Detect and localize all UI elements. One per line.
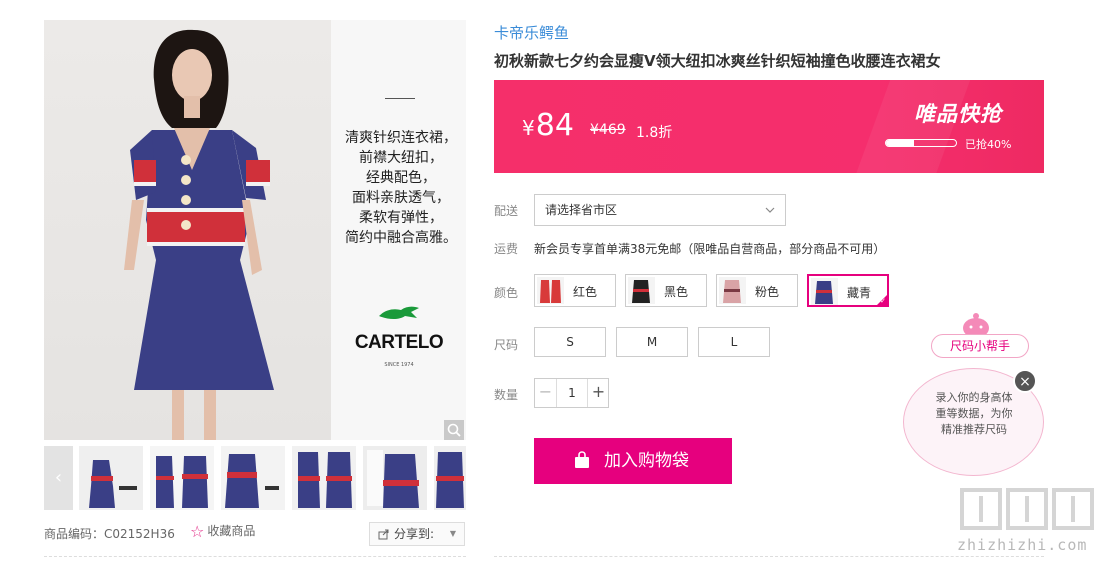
product-title: 初秋新款七夕约会显瘦V领大纽扣冰爽丝针织短袖撞色收腰连衣裙女 <box>494 52 941 70</box>
thumbnail[interactable] <box>221 446 285 510</box>
caret-down-icon: ▼ <box>449 529 456 538</box>
divider <box>494 556 1044 557</box>
color-swatch <box>628 277 655 304</box>
current-price-value: 84 <box>535 108 574 143</box>
currency-symbol: ¥ <box>522 116 535 140</box>
original-price: ¥469 <box>590 122 626 138</box>
product-meta-row: 商品编码：C02152H36 ☆ 收藏商品 分享到: ▼ <box>44 522 466 546</box>
sold-progress-bar <box>885 139 957 147</box>
magnifier-icon <box>447 423 461 437</box>
main-product-image[interactable]: 清爽针织连衣裙， 前襟大纽扣， 经典配色， 面料亲肤透气， 柔软有弹性， 简约中… <box>44 20 466 440</box>
shipping-label: 运费 <box>494 242 519 256</box>
add-to-cart-button[interactable]: 加入购物袋 <box>534 438 732 484</box>
size-helper-text: 录入你的身高体 重等数据，为你 精准推荐尺码 <box>935 391 1013 436</box>
add-to-cart-label: 加入购物袋 <box>604 451 689 471</box>
color-swatch <box>811 278 838 305</box>
size-helper-button[interactable]: 尺码小帮手 <box>931 334 1029 358</box>
crocodile-icon <box>379 306 419 319</box>
thumbnail[interactable] <box>79 446 143 510</box>
quantity-decrease-button[interactable]: − <box>535 379 557 407</box>
thumbnail[interactable] <box>434 446 466 510</box>
model-photo <box>44 20 331 440</box>
price-banner: ¥84 ¥469 1.8折 唯品快抢 已抢40% <box>494 80 1044 173</box>
shopping-bag-icon <box>575 451 589 468</box>
sold-progress-text: 已抢40% <box>965 138 1012 151</box>
quantity-stepper: − 1 + <box>534 378 609 408</box>
brand-logo-text: CARTELO <box>354 332 444 353</box>
product-code: 商品编码：C02152H36 <box>44 527 175 541</box>
favorite-button[interactable]: ☆ 收藏商品 <box>190 522 255 544</box>
flash-sale-title: 唯品快抢 <box>914 102 1002 126</box>
zoom-button[interactable] <box>444 420 464 440</box>
share-label: 分享到: <box>394 527 435 541</box>
size-label: 尺码 <box>494 338 519 352</box>
thumbnail[interactable] <box>292 446 356 510</box>
favorite-label: 收藏商品 <box>207 524 256 538</box>
color-option-pink[interactable]: 粉色 <box>716 274 798 307</box>
thumbnail-strip: ‹ <box>44 446 466 510</box>
size-option-s[interactable]: S <box>534 327 606 357</box>
promo-panel: 清爽针织连衣裙， 前襟大纽扣， 经典配色， 面料亲肤透气， 柔软有弹性， 简约中… <box>331 20 466 440</box>
close-icon[interactable]: × <box>1013 369 1037 393</box>
quantity-input[interactable]: 1 <box>557 379 587 407</box>
sold-progress-fill <box>886 140 914 146</box>
star-icon: ☆ <box>190 522 205 541</box>
region-select-value: 请选择省市区 <box>545 203 618 217</box>
share-button[interactable]: 分享到: ▼ <box>369 522 465 546</box>
region-select[interactable]: 请选择省市区 <box>534 194 786 226</box>
current-price: ¥84 <box>522 108 574 143</box>
color-option-navy[interactable]: 藏青 ✓ <box>807 274 889 307</box>
color-label: 颜色 <box>494 286 519 300</box>
shipping-text: 新会员专享首单满38元免邮（限唯品自营商品，部分商品不可用） <box>534 242 886 256</box>
thumbnail[interactable] <box>363 446 427 510</box>
color-option-red[interactable]: 红色 <box>534 274 616 307</box>
quantity-increase-button[interactable]: + <box>587 379 609 407</box>
watermark-text: zhizhizhi.com <box>957 536 1088 554</box>
size-option-m[interactable]: M <box>616 327 688 357</box>
chevron-down-icon <box>765 195 775 238</box>
share-icon <box>378 529 389 540</box>
color-option-label: 粉色 <box>755 285 780 299</box>
color-option-label: 红色 <box>573 285 598 299</box>
color-option-label: 藏青 <box>847 286 872 300</box>
watermark-logo <box>960 488 1094 530</box>
thumbnail-prev-button[interactable]: ‹ <box>44 446 73 510</box>
brand-logo: CARTELO SINCE 1974 <box>349 302 449 372</box>
brand-since-text: SINCE 1974 <box>384 362 414 368</box>
quantity-label: 数量 <box>494 388 519 402</box>
brand-link[interactable]: 卡帝乐鳄鱼 <box>494 22 569 43</box>
color-swatch <box>719 277 746 304</box>
delivery-label: 配送 <box>494 204 519 218</box>
discount-label: 1.8折 <box>636 125 673 141</box>
thumbnail[interactable] <box>150 446 214 510</box>
color-swatch <box>537 277 564 304</box>
size-option-l[interactable]: L <box>698 327 770 357</box>
promo-divider <box>385 98 415 99</box>
promo-text: 清爽针织连衣裙， 前襟大纽扣， 经典配色， 面料亲肤透气， 柔软有弹性， 简约中… <box>345 130 457 246</box>
divider <box>44 556 466 557</box>
color-option-label: 黑色 <box>664 285 689 299</box>
check-icon: ✓ <box>880 297 886 305</box>
color-option-black[interactable]: 黑色 <box>625 274 707 307</box>
